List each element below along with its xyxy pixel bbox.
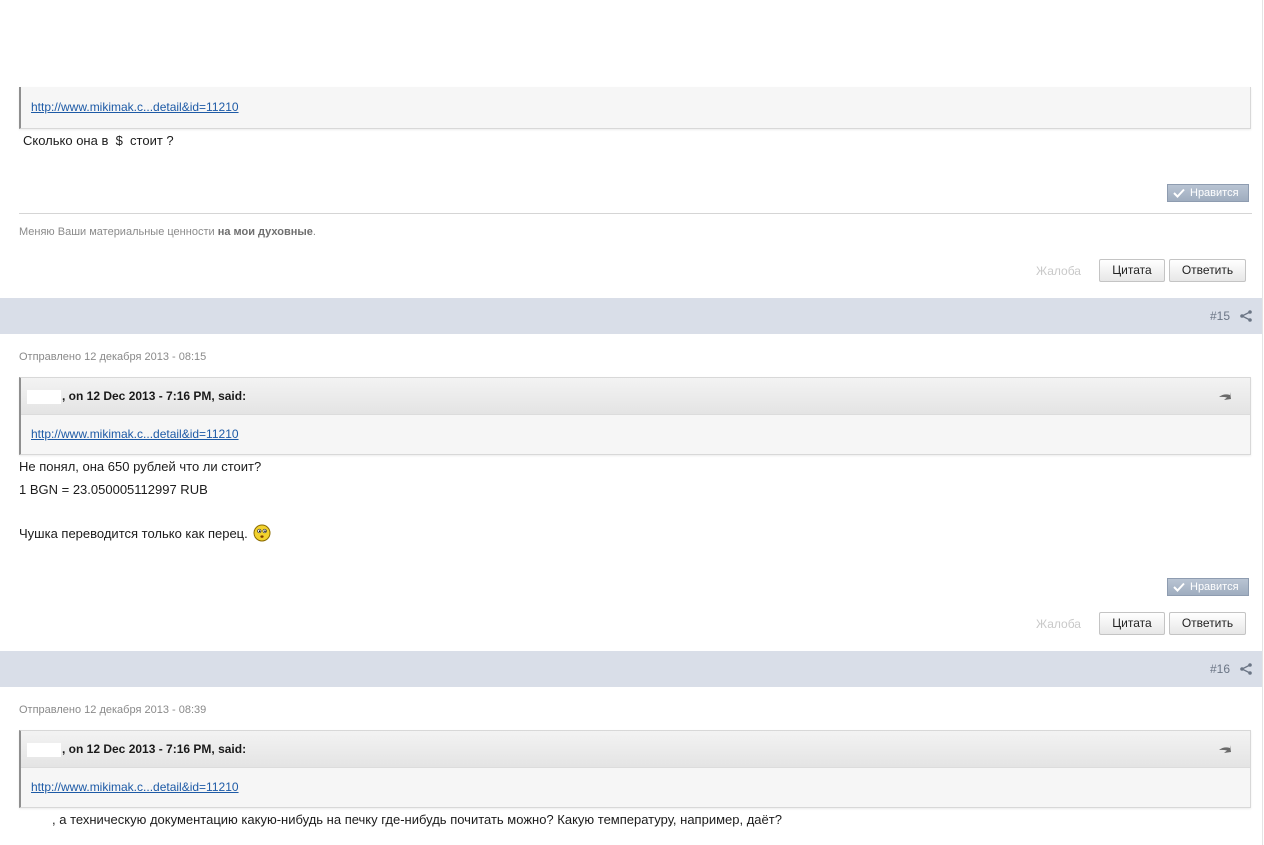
report-link[interactable]: Жалоба xyxy=(1036,264,1081,278)
check-icon xyxy=(1173,582,1185,592)
quote-body: http://www.mikimak.c...detail&id=11210 xyxy=(21,87,1250,128)
report-link[interactable]: Жалоба xyxy=(1036,617,1081,631)
quote-header: , on 12 Dec 2013 - 7:16 PM, said: xyxy=(21,378,1250,415)
quote-link[interactable]: http://www.mikimak.c...detail&id=11210 xyxy=(31,100,239,114)
like-label: Нравится xyxy=(1190,187,1239,199)
quoted-username-redacted xyxy=(27,742,61,757)
post-text-line: 1 BGN = 23.050005112997 RUB xyxy=(19,482,208,497)
quote-button[interactable]: Цитата xyxy=(1099,259,1165,282)
quote-block: , on 12 Dec 2013 - 7:16 PM, said: http:/… xyxy=(19,730,1251,808)
quote-block: , on 12 Dec 2013 - 7:16 PM, said: http:/… xyxy=(19,377,1251,455)
reply-button[interactable]: Ответить xyxy=(1169,259,1246,282)
thinking-smiley-icon xyxy=(253,524,271,542)
quote-body: http://www.mikimak.c...detail&id=11210 xyxy=(21,415,1250,454)
share-icon[interactable] xyxy=(1240,663,1252,675)
quote-citation: , on 12 Dec 2013 - 7:16 PM, said: xyxy=(62,742,247,756)
signature-end: . xyxy=(312,226,316,238)
post-text-content: Чушка переводится только как перец. xyxy=(19,526,248,541)
quote-link[interactable]: http://www.mikimak.c...detail&id=11210 xyxy=(31,780,239,794)
page-right-border xyxy=(1262,0,1263,845)
check-icon xyxy=(1173,188,1185,198)
signature: Меняю Ваши материальные ценности на мои … xyxy=(19,226,316,238)
share-icon[interactable] xyxy=(1240,310,1252,322)
view-post-icon[interactable] xyxy=(1218,743,1232,755)
post-date: Отправлено 12 декабря 2013 - 08:15 xyxy=(19,351,207,363)
post-text: , а техническую документацию какую-нибуд… xyxy=(52,812,782,827)
like-label: Нравится xyxy=(1190,581,1239,593)
post-header-bar: #15 xyxy=(0,298,1262,334)
post-text-line: Чушка переводится только как перец. xyxy=(19,524,271,542)
post-number[interactable]: #15 xyxy=(1210,309,1230,323)
quote-block: http://www.mikimak.c...detail&id=11210 xyxy=(19,87,1251,129)
reply-button[interactable]: Ответить xyxy=(1169,612,1246,635)
quote-citation: , on 12 Dec 2013 - 7:16 PM, said: xyxy=(62,389,247,403)
like-button[interactable]: Нравится xyxy=(1167,578,1249,596)
signature-text: Меняю Ваши материальные ценности xyxy=(19,226,218,238)
like-button[interactable]: Нравится xyxy=(1167,184,1249,202)
quote-header: , on 12 Dec 2013 - 7:16 PM, said: xyxy=(21,731,1250,768)
post-text: Сколько она в $ стоит ? xyxy=(23,133,174,148)
post-header-bar: #16 xyxy=(0,651,1262,687)
post-text-line: Не понял, она 650 рублей что ли стоит? xyxy=(19,459,262,474)
signature-divider xyxy=(19,213,1252,214)
quote-body: http://www.mikimak.c...detail&id=11210 xyxy=(21,768,1250,807)
quote-link[interactable]: http://www.mikimak.c...detail&id=11210 xyxy=(31,427,239,441)
post-date: Отправлено 12 декабря 2013 - 08:39 xyxy=(19,704,207,716)
view-post-icon[interactable] xyxy=(1218,390,1232,402)
post-number[interactable]: #16 xyxy=(1210,662,1230,676)
quoted-username-redacted xyxy=(27,389,61,404)
signature-bold: на мои духовные xyxy=(217,226,313,238)
quote-button[interactable]: Цитата xyxy=(1099,612,1165,635)
